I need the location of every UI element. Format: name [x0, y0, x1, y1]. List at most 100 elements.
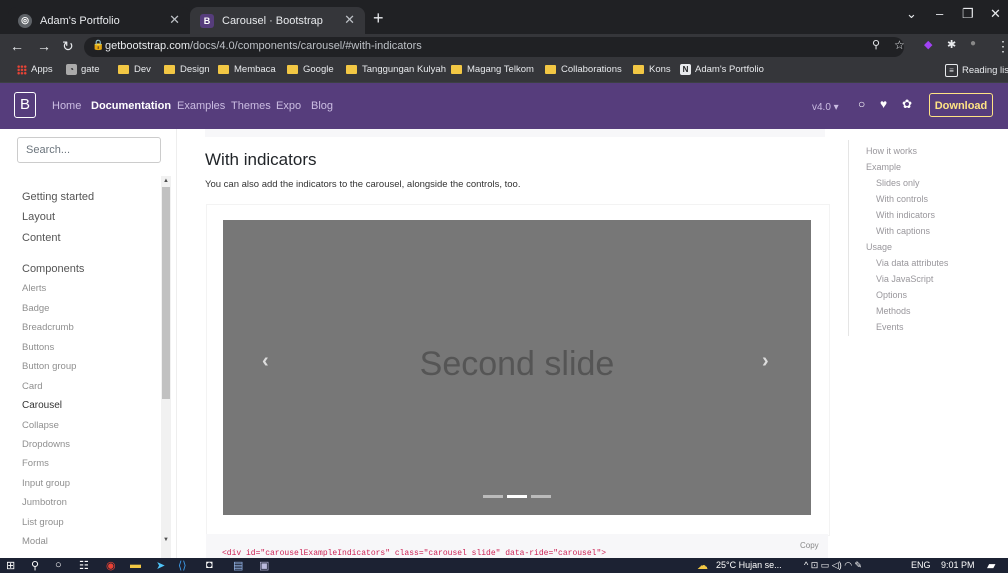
copy-button[interactable]: Copy — [800, 541, 819, 550]
github-icon[interactable]: ○ — [858, 97, 865, 111]
sidebar-item-collapse[interactable]: Collapse — [22, 420, 59, 431]
app-icon[interactable]: ▣ — [259, 559, 269, 572]
sidebar-item-carousel[interactable]: Carousel — [22, 400, 62, 411]
scroll-up-icon[interactable]: ▲ — [163, 178, 169, 184]
toc-via-data-attributes[interactable]: Via data attributes — [876, 258, 948, 268]
toc-with-controls[interactable]: With controls — [876, 194, 928, 204]
new-tab-button[interactable]: + — [373, 8, 384, 29]
nav-themes[interactable]: Themes — [231, 100, 271, 112]
bookmark-apps[interactable]: Apps — [17, 64, 53, 75]
version-dropdown[interactable]: v4.0 ▾ — [812, 102, 839, 113]
weather-text[interactable]: 25°C Hujan se... — [716, 560, 782, 570]
sidebar-item-list-group[interactable]: List group — [22, 517, 64, 528]
bookmark-adams-portfolio[interactable]: N Adam's Portfolio — [680, 64, 764, 75]
file-explorer-icon[interactable]: ▬ — [130, 559, 141, 571]
tab-carousel-bootstrap[interactable]: B Carousel · Bootstrap ✕ — [190, 7, 365, 34]
toc-slides-only[interactable]: Slides only — [876, 178, 920, 188]
windows-start-icon[interactable]: ⊞ — [6, 559, 15, 572]
sidebar-scrollbar-thumb[interactable] — [162, 187, 170, 399]
nav-documentation[interactable]: Documentation — [91, 100, 171, 112]
sidebar-item-button-group[interactable]: Button group — [22, 361, 76, 372]
telegram-icon[interactable]: ➤ — [156, 559, 165, 572]
sidebar-item-modal[interactable]: Modal — [22, 536, 48, 547]
sidebar-item-dropdowns[interactable]: Dropdowns — [22, 439, 70, 450]
bookmark-google[interactable]: Google — [287, 64, 334, 75]
notepad-icon[interactable]: ▤ — [233, 559, 243, 572]
tray-icons[interactable]: ^ ⊡ ▭ ◁) ◠ ✎ — [804, 560, 862, 571]
bookmark-design[interactable]: Design — [164, 64, 210, 75]
toc-via-javascript[interactable]: Via JavaScript — [876, 274, 933, 284]
bookmark-tanggungan-kulyah[interactable]: Tanggungan Kulyah — [346, 64, 446, 75]
minimize-icon[interactable]: – — [936, 6, 943, 21]
search-input[interactable]: Search... — [17, 137, 161, 163]
restore-icon[interactable]: ❐ — [962, 6, 974, 22]
bootstrap-logo[interactable]: B — [14, 92, 36, 118]
profile-icon[interactable]: ● — [970, 38, 976, 49]
sidebar-item-breadcrumb[interactable]: Breadcrumb — [22, 322, 74, 333]
task-view-icon[interactable]: ☷ — [79, 559, 89, 572]
notification-icon[interactable]: ▰ — [987, 559, 995, 572]
toc-options[interactable]: Options — [876, 290, 907, 300]
tab-adams-portfolio[interactable]: ◎ Adam's Portfolio ✕ — [8, 7, 190, 34]
slide-caption: Second slide — [419, 345, 615, 383]
search-icon[interactable]: ⚲ — [31, 559, 39, 572]
bookmark-kons[interactable]: Kons — [633, 64, 671, 75]
bookmark-gate[interactable]: ◔ gate — [66, 64, 100, 75]
extension-icon[interactable]: ◆ — [924, 38, 932, 51]
toc-usage[interactable]: Usage — [866, 242, 892, 252]
vscode-icon[interactable]: ⟨⟩ — [178, 559, 187, 572]
nav-home[interactable]: Home — [52, 100, 81, 112]
sidebar-item-badge[interactable]: Badge — [22, 303, 49, 314]
sidebar-item-card[interactable]: Card — [22, 381, 43, 392]
back-icon[interactable]: ← — [10, 38, 24, 54]
bookmark-membaca[interactable]: Membaca — [218, 64, 276, 75]
sidebar-item-forms[interactable]: Forms — [22, 458, 49, 469]
close-window-icon[interactable]: ✕ — [990, 6, 1001, 22]
toc-how-it-works[interactable]: How it works — [866, 146, 917, 156]
sidebar-item-input-group[interactable]: Input group — [22, 478, 70, 489]
toc-events[interactable]: Events — [876, 322, 904, 332]
zoom-icon[interactable]: ⚲ — [872, 38, 880, 51]
slack-icon[interactable]: ✿ — [902, 97, 912, 111]
menu-icon[interactable]: ⋮ — [996, 38, 1008, 55]
toc-methods[interactable]: Methods — [876, 306, 911, 316]
carousel-prev-button[interactable]: ‹ — [262, 350, 269, 373]
nav-blog[interactable]: Blog — [311, 100, 333, 112]
nav-expo[interactable]: Expo — [276, 100, 301, 112]
carousel-indicator-2[interactable] — [507, 495, 527, 498]
carousel-indicator-3[interactable] — [531, 495, 551, 498]
forward-icon[interactable]: → — [37, 38, 51, 54]
chevron-down-icon[interactable]: ⌄ — [906, 6, 917, 22]
close-icon[interactable]: ✕ — [344, 12, 355, 28]
language-indicator[interactable]: ENG — [911, 560, 931, 570]
toc-example[interactable]: Example — [866, 162, 901, 172]
twitter-icon[interactable]: ♥ — [880, 97, 887, 111]
clock[interactable]: 9:01 PM — [941, 560, 975, 570]
sidebar-group-content[interactable]: Content — [22, 232, 61, 244]
carousel-indicator-1[interactable] — [483, 495, 503, 498]
sidebar-item-jumbotron[interactable]: Jumbotron — [22, 497, 67, 508]
sidebar-group-layout[interactable]: Layout — [22, 211, 55, 223]
sidebar-group-components[interactable]: Components — [22, 263, 84, 275]
sidebar-group-getting-started[interactable]: Getting started — [22, 191, 94, 203]
sidebar-item-buttons[interactable]: Buttons — [22, 342, 54, 353]
nav-examples[interactable]: Examples — [177, 100, 225, 112]
carousel-next-button[interactable]: › — [762, 350, 769, 373]
bookmark-dev[interactable]: Dev — [118, 64, 151, 75]
sidebar-item-alerts[interactable]: Alerts — [22, 283, 46, 294]
reload-icon[interactable]: ↻ — [62, 38, 74, 55]
puzzle-icon[interactable]: ✱ — [947, 38, 956, 51]
download-button[interactable]: Download — [929, 93, 993, 117]
star-icon[interactable]: ☆ — [894, 38, 905, 52]
chrome-icon[interactable]: ◉ — [106, 559, 116, 572]
scroll-down-icon[interactable]: ▼ — [163, 537, 169, 543]
close-icon[interactable]: ✕ — [169, 12, 180, 28]
cortana-icon[interactable]: ○ — [55, 559, 62, 571]
address-bar[interactable]: 🔒 getbootstrap.com/docs/4.0/components/c… — [84, 37, 904, 57]
discord-icon[interactable]: ◘ — [206, 559, 213, 571]
toc-with-captions[interactable]: With captions — [876, 226, 930, 236]
bookmark-magang-telkom[interactable]: Magang Telkom — [451, 64, 534, 75]
bookmark-collaborations[interactable]: Collaborations — [545, 64, 622, 75]
reading-list[interactable]: ≡ Reading list — [945, 64, 1008, 77]
toc-with-indicators[interactable]: With indicators — [876, 210, 935, 220]
